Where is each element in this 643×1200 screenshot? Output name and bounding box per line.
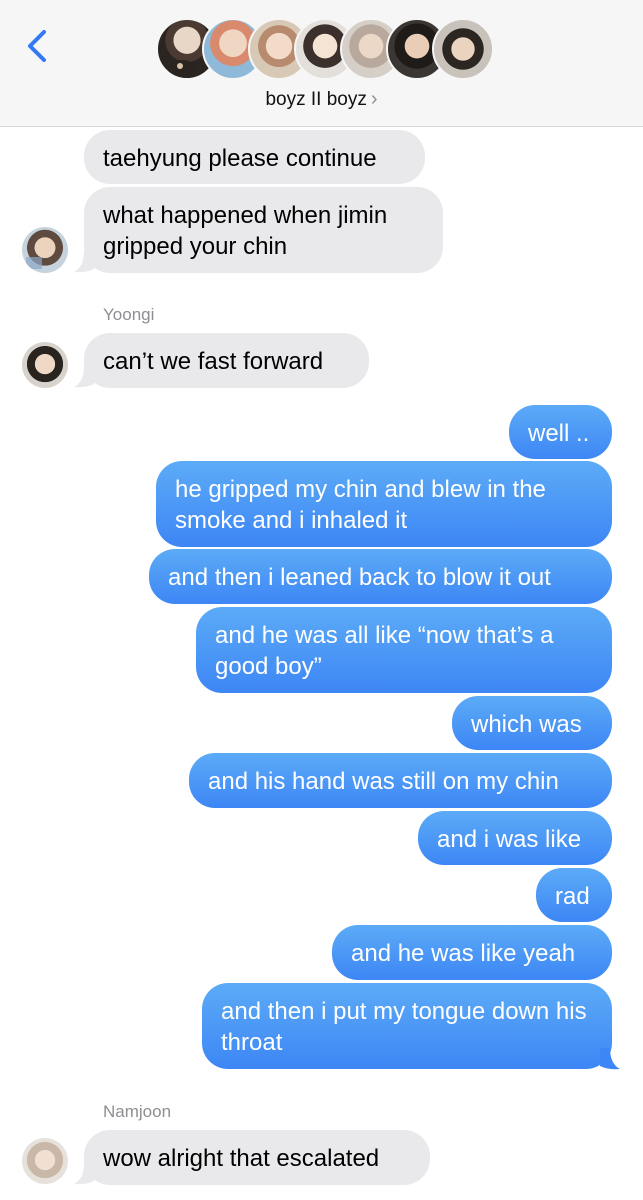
incoming-message[interactable]: what happened when jimin gripped your ch… bbox=[84, 187, 443, 273]
outgoing-message[interactable]: and i was like bbox=[418, 811, 612, 865]
bubble-tail bbox=[74, 366, 94, 388]
outgoing-message[interactable]: and then i leaned back to blow it out bbox=[149, 549, 612, 604]
incoming-message[interactable]: taehyung please continue bbox=[84, 130, 425, 184]
message-text: taehyung please continue bbox=[103, 145, 377, 172]
avatar-yoongi[interactable] bbox=[22, 342, 68, 388]
incoming-message[interactable]: wow alright that escalated bbox=[84, 1130, 430, 1185]
outgoing-message[interactable]: and his hand was still on my chin bbox=[189, 753, 612, 808]
message-text: and i was like bbox=[437, 826, 582, 853]
conversation-header: boyz II boyz › bbox=[0, 0, 643, 127]
group-name-button[interactable]: boyz II boyz › bbox=[0, 88, 643, 111]
outgoing-message[interactable]: and he was like yeah bbox=[332, 925, 612, 980]
group-name-label: boyz II boyz bbox=[265, 89, 367, 110]
message-text: rad bbox=[555, 883, 590, 910]
message-text: and then i leaned back to blow it out bbox=[168, 564, 551, 591]
sender-name: Namjoon bbox=[103, 1102, 172, 1121]
message-text: he gripped my chin and blew in the smoke… bbox=[175, 476, 546, 534]
outgoing-message[interactable]: which was bbox=[452, 696, 612, 750]
message-text: and then i put my tongue down his throat bbox=[221, 998, 587, 1056]
back-button[interactable] bbox=[18, 24, 58, 68]
outgoing-message[interactable]: he gripped my chin and blew in the smoke… bbox=[156, 461, 612, 547]
chevron-left-icon bbox=[28, 30, 46, 62]
member-avatar bbox=[432, 18, 494, 80]
avatar-namjoon[interactable] bbox=[22, 1138, 68, 1184]
outgoing-message[interactable]: and he was all like “now that’s a good b… bbox=[196, 607, 612, 693]
message-text: well .. bbox=[528, 420, 590, 447]
bubble-tail bbox=[74, 251, 94, 273]
message-text: which was bbox=[471, 711, 582, 738]
message-text: and he was all like “now that’s a good b… bbox=[215, 622, 554, 680]
sender-name: Yoongi bbox=[103, 305, 155, 324]
outgoing-message[interactable]: and then i put my tongue down his throat bbox=[202, 983, 612, 1069]
outgoing-message[interactable]: well .. bbox=[509, 405, 612, 459]
incoming-message[interactable]: can’t we fast forward bbox=[84, 333, 369, 388]
outgoing-message[interactable]: rad bbox=[536, 868, 612, 922]
message-text: and he was like yeah bbox=[351, 940, 576, 967]
message-text: and his hand was still on my chin bbox=[208, 768, 559, 795]
chevron-right-icon: › bbox=[370, 88, 378, 110]
sender-photo-icon bbox=[26, 257, 42, 269]
message-text: can’t we fast forward bbox=[103, 348, 324, 375]
avatar-taehyung[interactable] bbox=[22, 227, 68, 273]
bubble-tail bbox=[74, 1163, 94, 1185]
message-text: what happened when jimin gripped your ch… bbox=[103, 202, 388, 260]
message-text: wow alright that escalated bbox=[103, 1145, 380, 1172]
bubble-tail bbox=[600, 1048, 620, 1070]
messages-screen: boyz II boyz › taehyung please continue w… bbox=[0, 0, 643, 1200]
